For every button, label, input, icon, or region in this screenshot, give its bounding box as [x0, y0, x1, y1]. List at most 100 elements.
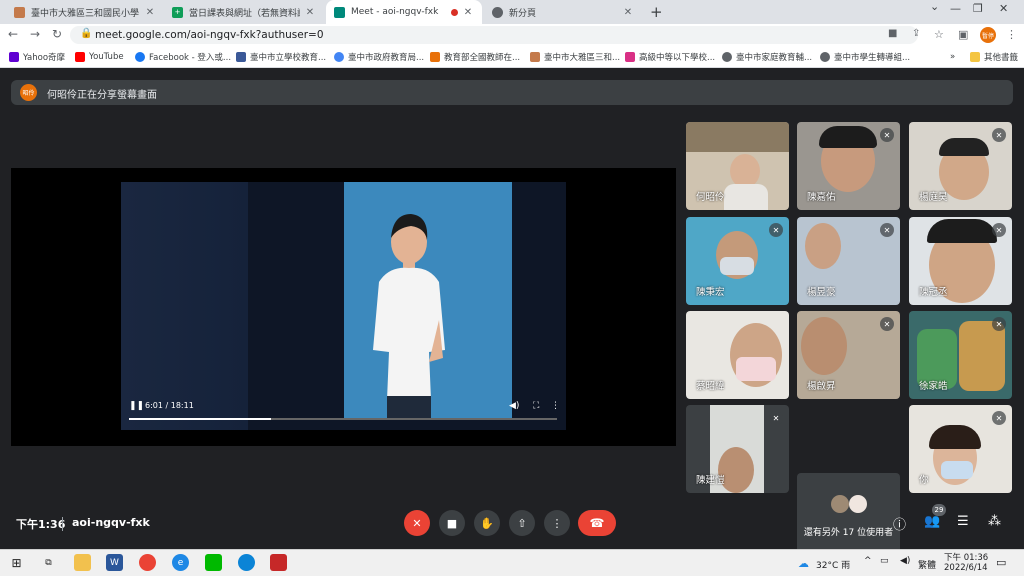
profile-avatar[interactable]: 暫停	[980, 27, 996, 43]
close-tab-icon[interactable]: ✕	[462, 7, 474, 18]
tab-school[interactable]: 臺中市大雅區三和國民小學 ✕	[6, 0, 164, 24]
forward-icon[interactable]: →	[30, 27, 40, 41]
pinned-app-icon[interactable]	[270, 554, 287, 571]
bookmark-item[interactable]: Yahoo奇摩	[9, 50, 65, 64]
close-tab-icon[interactable]: ✕	[144, 7, 156, 18]
taskbar-date[interactable]: 2022/6/14	[944, 563, 988, 573]
youtube-icon	[75, 52, 85, 62]
bookmark-item[interactable]: 臺中市學生轉導組...	[820, 50, 910, 64]
mic-off-icon: ✕	[769, 411, 783, 425]
leave-call-button[interactable]: ☎	[578, 510, 616, 536]
bookmark-item[interactable]: 臺中市大雅區三和...	[530, 50, 620, 64]
tab-newtab[interactable]: 新分頁 ✕	[484, 0, 642, 24]
mic-off-icon: ✕	[992, 411, 1006, 425]
share-icon[interactable]: ⇪	[912, 28, 920, 39]
chrome-icon[interactable]	[139, 554, 156, 571]
weather-icon: ☁	[798, 557, 809, 570]
participant-tile[interactable]: 蔡昭緯	[686, 311, 789, 399]
tab-search-icon[interactable]: ⌄	[930, 0, 939, 13]
menu-kebab-icon[interactable]: ⋮	[1006, 28, 1017, 41]
windows-start-icon[interactable]: ⊞	[8, 554, 25, 571]
fullscreen-icon[interactable]: ⛶	[533, 401, 539, 411]
video-progress-bar[interactable]	[129, 418, 557, 420]
shared-video[interactable]	[121, 182, 566, 430]
back-icon[interactable]: ←	[8, 27, 18, 41]
line-icon[interactable]	[205, 554, 222, 571]
volume-icon[interactable]: ◀)	[509, 401, 519, 411]
more-bookmarks-icon[interactable]: »	[950, 50, 955, 64]
volume-icon[interactable]: ◀)	[900, 556, 910, 566]
participant-name: 楊啟昇	[807, 381, 836, 392]
participant-tile[interactable]: ✕ 陳冠丞	[909, 217, 1012, 305]
site-icon	[722, 52, 732, 62]
network-icon[interactable]: ▭	[880, 556, 889, 566]
maximize-icon[interactable]: ❐	[973, 2, 983, 15]
task-view-icon[interactable]: ⧉	[40, 554, 57, 571]
participant-tile[interactable]: ✕ 楊啟昇	[797, 311, 900, 399]
meet-control-bar: 下午1:36 aoi-ngqv-fxk ✕ ■ ✋ ⇧ ⋮ ☎ ⓘ 👥 29 ☰…	[0, 504, 1024, 544]
bookmark-item[interactable]: 高級中等以下學校...	[625, 50, 715, 64]
participant-name: 陳嘉佑	[807, 192, 836, 203]
minimize-icon[interactable]: —	[950, 2, 961, 15]
edge-icon[interactable]	[238, 554, 255, 571]
camera-permission-icon[interactable]: ■	[888, 28, 897, 39]
reload-icon[interactable]: ↻	[52, 27, 62, 41]
input-mode[interactable]: 繁體	[918, 558, 936, 571]
participant-name: 楊庭昊	[919, 192, 948, 203]
present-screen-button[interactable]: ⇧	[509, 510, 535, 536]
people-icon[interactable]: 👥	[924, 514, 940, 529]
camera-button[interactable]: ■	[439, 510, 465, 536]
tab-meet[interactable]: Meet - aoi-ngqv-fxk ✕	[326, 0, 482, 24]
presentation-banner-text: 何昭伶正在分享螢幕畫面	[47, 90, 157, 101]
more-options-button[interactable]: ⋮	[544, 510, 570, 536]
side-panel-icon[interactable]: ▣	[958, 28, 968, 41]
meeting-info-icon[interactable]: ⓘ	[893, 514, 906, 533]
bookmark-item[interactable]: Facebook - 登入或...	[135, 50, 231, 64]
raise-hand-button[interactable]: ✋	[474, 510, 500, 536]
notification-icon[interactable]: ▭	[996, 556, 1006, 569]
chat-icon[interactable]: ☰	[957, 514, 969, 529]
bookmark-item[interactable]: 臺中市家庭教育輔...	[722, 50, 812, 64]
bookmark-item[interactable]: 臺中市政府教育局...	[334, 50, 424, 64]
participant-tile[interactable]: 何昭伶	[686, 122, 789, 210]
meet-favicon-icon	[334, 6, 345, 18]
url-text[interactable]: meet.google.com/aoi-ngqv-fxk?authuser=0	[95, 29, 324, 41]
pause-icon[interactable]: ❚❚	[129, 401, 144, 411]
file-explorer-icon[interactable]	[74, 554, 91, 571]
face-mask	[941, 461, 973, 479]
video-more-icon[interactable]: ⋮	[551, 401, 560, 411]
participant-tile[interactable]: ✕ 陳建愷	[686, 405, 789, 493]
bookmark-star-icon[interactable]: ☆	[934, 28, 944, 41]
new-tab-icon[interactable]: +	[650, 3, 663, 21]
word-icon[interactable]: W	[106, 554, 123, 571]
activities-icon[interactable]: ⁂	[988, 514, 1001, 529]
bookmark-item[interactable]: YouTube	[75, 50, 124, 64]
lock-icon[interactable]: 🔒	[80, 28, 92, 39]
close-tab-icon[interactable]: ✕	[304, 7, 316, 18]
participant-tile[interactable]: ✕ 陳嘉佑	[797, 122, 900, 210]
ie-icon[interactable]: e	[172, 554, 189, 571]
participant-tile[interactable]: ✕ 楊昱豪	[797, 217, 900, 305]
bookmark-item[interactable]: 教育部全國教師在...	[430, 50, 520, 64]
window-close-icon[interactable]: ✕	[999, 2, 1008, 15]
address-bar[interactable]: 🔒 meet.google.com/aoi-ngqv-fxk?authuser=…	[70, 26, 920, 44]
shared-screen[interactable]: ❚❚ 6:01 / 18:11 ◀) ⛶ ⋮	[11, 168, 676, 446]
browser-tab-strip: 臺中市大雅區三和國民小學 ✕ + 當日課表與網址（若無資料請按F5 ✕ Meet…	[0, 0, 1024, 24]
self-tile[interactable]: ✕ 你	[909, 405, 1012, 493]
site-icon	[820, 52, 830, 62]
bookmark-item[interactable]: 臺中市立學校教育...	[236, 50, 326, 64]
folder-icon	[970, 52, 980, 62]
tab-schedule[interactable]: + 當日課表與網址（若無資料請按F5 ✕	[164, 0, 324, 24]
weather-text[interactable]: 32°C 雨	[816, 558, 850, 571]
participant-name: 蔡昭緯	[696, 381, 725, 392]
other-bookmarks[interactable]: 其他書籤	[970, 50, 1018, 64]
tray-chevron-icon[interactable]: ^	[864, 556, 872, 566]
mic-off-icon: ✕	[992, 317, 1006, 331]
close-tab-icon[interactable]: ✕	[622, 7, 634, 18]
mic-off-button[interactable]: ✕	[404, 510, 430, 536]
taskbar-time[interactable]: 下午 01:36	[944, 551, 988, 563]
face-mask	[720, 257, 754, 275]
participant-tile[interactable]: ✕ 徐家皓	[909, 311, 1012, 399]
participant-tile[interactable]: ✕ 楊庭昊	[909, 122, 1012, 210]
participant-tile[interactable]: ✕ 陳秉宏	[686, 217, 789, 305]
